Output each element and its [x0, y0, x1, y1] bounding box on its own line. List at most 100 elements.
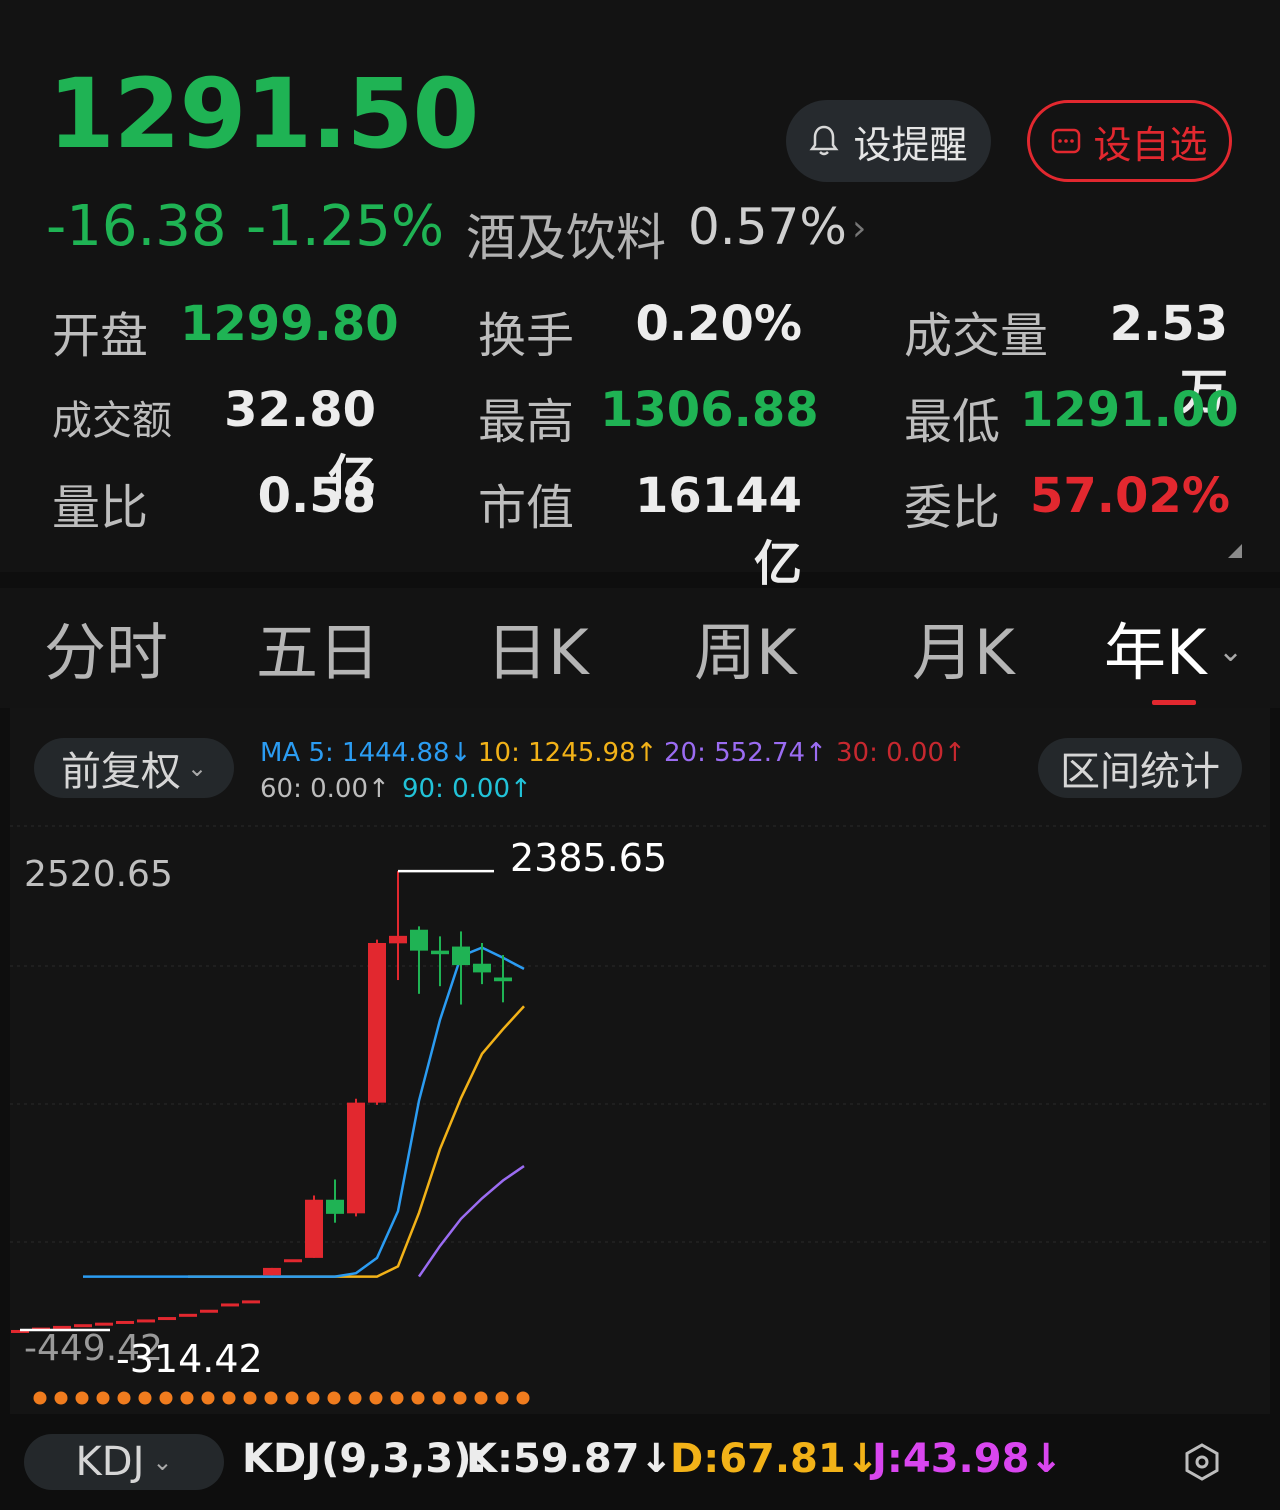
period-dot-7 — [180, 1391, 194, 1405]
tab-yearly-k[interactable]: 年K — [1104, 602, 1207, 692]
candle-body-19 — [410, 929, 428, 951]
market-cap-label: 市值 — [478, 480, 575, 536]
high-label: 最高 — [478, 394, 575, 450]
y-axis-top-label: 2520.65 — [24, 854, 173, 895]
tab-intraday[interactable]: 分时 — [44, 602, 168, 692]
sector-change-pct[interactable]: 0.57% — [688, 198, 847, 256]
kdj-indicator-bar: KDJ ⌄ KDJ(9,3,3): K:59.87↓ D:67.81↓ J:43… — [0, 1414, 1280, 1510]
period-dot-23 — [516, 1391, 530, 1405]
period-dot-2 — [75, 1391, 89, 1405]
chevron-down-icon[interactable]: ⌄ — [1218, 634, 1243, 669]
candle-body-15 — [326, 1199, 344, 1214]
bid-ratio-value: 57.02% — [1030, 468, 1230, 524]
candle-body-12 — [263, 1267, 281, 1276]
candle-body-7 — [158, 1317, 176, 1321]
candle-body-14 — [305, 1199, 323, 1258]
turnover-value: 0.20% — [635, 296, 802, 352]
volume-ratio-label: 量比 — [52, 480, 149, 536]
set-alert-label: 设提醒 — [853, 122, 968, 167]
volume-label: 成交量 — [904, 308, 1049, 364]
candle-body-16 — [347, 1102, 365, 1214]
last-price: 1291.50 — [48, 58, 479, 170]
period-dot-9 — [222, 1391, 236, 1405]
kdj-k-value: K:59.87↓ — [466, 1436, 674, 1482]
moving-average-lines — [83, 946, 525, 1278]
quote-header: 1291.50 -16.38 -1.25% 酒及饮料 0.57% › 设提醒 设… — [0, 0, 1280, 592]
candle-body-13 — [284, 1259, 302, 1263]
settings-hexagon-icon[interactable] — [1182, 1442, 1222, 1482]
chart-gridlines — [10, 825, 1270, 1243]
market-cap-value: 16144亿 — [635, 468, 802, 592]
period-dot-19 — [432, 1391, 446, 1405]
period-tabs: 分时 五日 日K 周K 月K 年K ⌄ — [0, 588, 1280, 708]
kdj-d-value: D:67.81↓ — [670, 1436, 880, 1482]
candle-body-8 — [179, 1313, 197, 1317]
candle-body-23 — [494, 977, 512, 982]
period-dot-18 — [411, 1391, 425, 1405]
max-price-label: 2385.65 — [510, 836, 667, 880]
tab-weekly-k[interactable]: 周K — [694, 602, 797, 692]
open-label: 开盘 — [52, 308, 149, 364]
active-tab-indicator — [1152, 700, 1196, 705]
add-watchlist-button[interactable]: 设自选 — [1027, 100, 1232, 182]
kdj-j-value: J:43.98↓ — [872, 1436, 1063, 1482]
chevron-right-icon[interactable]: › — [852, 208, 866, 249]
add-watchlist-label: 设自选 — [1093, 122, 1208, 167]
period-dot-8 — [201, 1391, 215, 1405]
candle-body-3 — [74, 1324, 92, 1328]
candle-body-9 — [200, 1309, 218, 1313]
period-dot-5 — [138, 1391, 152, 1405]
chevron-down-icon: ⌄ — [152, 1448, 173, 1476]
candle-body-6 — [137, 1319, 155, 1323]
ma5-line — [83, 946, 525, 1278]
candle-body-17 — [368, 942, 386, 1103]
kdj-title: KDJ(9,3,3): — [242, 1436, 488, 1482]
period-dot-21 — [474, 1391, 488, 1405]
period-dot-13 — [306, 1391, 320, 1405]
candle-body-10 — [221, 1303, 239, 1307]
candle-body-21 — [452, 946, 470, 966]
tab-monthly-k[interactable]: 月K — [912, 602, 1015, 692]
candle-body-20 — [431, 950, 449, 955]
period-dots — [33, 1391, 530, 1405]
low-value: 1291.00 — [1020, 382, 1239, 438]
candle-body-5 — [116, 1320, 134, 1324]
candle-body-4 — [95, 1322, 113, 1326]
period-dot-17 — [390, 1391, 404, 1405]
period-dot-6 — [159, 1391, 173, 1405]
period-dot-16 — [369, 1391, 383, 1405]
tab-daily-k[interactable]: 日K — [486, 602, 589, 692]
tab-five-day[interactable]: 五日 — [256, 602, 380, 692]
price-change-pct: -1.25% — [246, 194, 445, 259]
period-dot-11 — [264, 1391, 278, 1405]
bid-ratio-label: 委比 — [904, 480, 1001, 536]
indicator-label: KDJ — [75, 1439, 145, 1485]
kline-chart-panel: 前复权 ⌄ MA 5: 1444.88↓ 10: 1245.98↑ 20: 55… — [10, 708, 1270, 1414]
period-dot-3 — [96, 1391, 110, 1405]
candle-body-18 — [389, 935, 407, 944]
turnover-label: 换手 — [478, 308, 575, 364]
amount-label: 成交额 — [52, 398, 172, 444]
low-label: 最低 — [904, 394, 1001, 450]
period-dot-1 — [54, 1391, 68, 1405]
volume-ratio-value: 0.58 — [257, 468, 376, 524]
expand-corner-icon[interactable] — [1228, 544, 1242, 558]
sector-name[interactable]: 酒及饮料 — [466, 198, 666, 270]
ma20-line — [417, 1165, 525, 1278]
watchlist-icon — [1052, 128, 1081, 154]
period-dot-20 — [453, 1391, 467, 1405]
candlestick-chart[interactable]: 2520.65 -449.42 2385.65 -314.42 — [10, 708, 1270, 1414]
price-change: -16.38 — [46, 194, 227, 259]
period-dot-14 — [327, 1391, 341, 1405]
period-dot-15 — [348, 1391, 362, 1405]
candles — [11, 871, 512, 1333]
indicator-selector[interactable]: KDJ ⌄ — [24, 1434, 224, 1490]
high-value: 1306.88 — [600, 382, 819, 438]
bell-icon — [809, 125, 839, 156]
period-dot-4 — [117, 1391, 131, 1405]
set-alert-button[interactable]: 设提醒 — [786, 100, 991, 182]
period-dot-12 — [285, 1391, 299, 1405]
min-price-label: -314.42 — [116, 1337, 263, 1381]
period-dot-0 — [33, 1391, 47, 1405]
period-dot-22 — [495, 1391, 509, 1405]
